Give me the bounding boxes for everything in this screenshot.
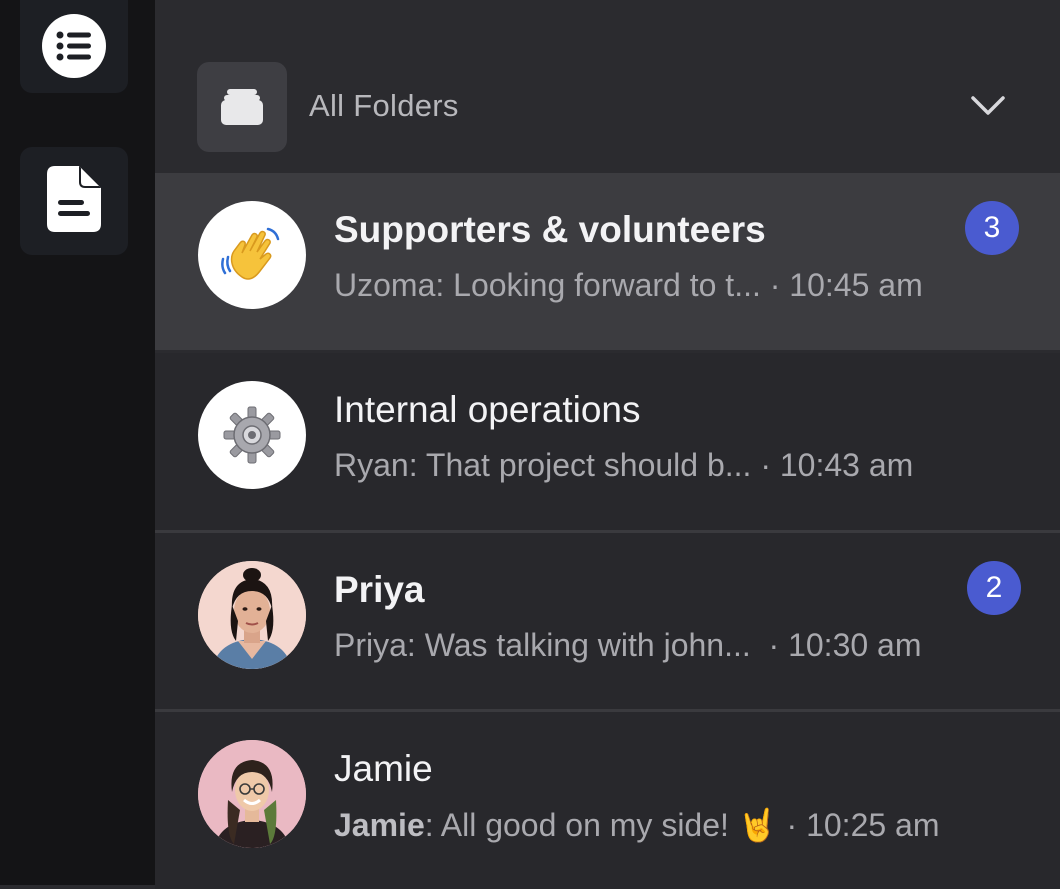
conversation-title: Internal operations [334,389,641,430]
conversation-item[interactable]: Priya Priya: Was talking with john... · … [155,533,1060,710]
chevron-down-icon[interactable] [967,88,1009,124]
conversation-panel: All Folders Supporters & volunteers Uzom… [155,0,1060,889]
priya-avatar [198,561,306,669]
list-icon [42,13,106,78]
preview-sender: Uzoma [334,267,436,303]
unread-badge: 2 [967,561,1021,615]
waving-hand-icon [198,201,306,309]
preview-message: Was talking with john... [424,627,751,663]
sidebar-rail [0,0,155,885]
conversation-preview: Ryan: That project should b... · 10:43 a… [334,447,914,483]
conversation-title: Supporters & volunteers [334,209,766,250]
conversation-preview: Uzoma: Looking forward to t... · 10:45 a… [334,267,923,303]
preview-message: Looking forward to t... [453,267,761,303]
conversation-item[interactable]: Internal operations Ryan: That project s… [155,353,1060,530]
conversation-preview: Jamie: All good on my side! 🤘 · 10:25 am [334,807,940,843]
conversation-item[interactable]: Supporters & volunteers Uzoma: Looking f… [155,173,1060,350]
message-time: 10:30 am [788,627,922,663]
conversation-preview: Priya: Was talking with john... · 10:30 … [334,627,922,663]
folder-label: All Folders [309,88,459,123]
gear-icon [198,381,306,489]
documents-button[interactable] [20,147,128,255]
conversation-item[interactable]: Jamie Jamie: All good on my side! 🤘 · 10… [155,712,1060,889]
conversation-title: Priya [334,569,425,610]
document-icon [47,165,101,237]
unread-badge: 3 [965,201,1019,255]
folder-stack-icon [197,62,287,152]
message-time: 10:25 am [806,807,940,843]
message-time: 10:45 am [789,267,923,303]
preview-sender: Priya [334,627,407,663]
preview-sender: Ryan [334,447,409,483]
list-view-button[interactable] [20,0,128,93]
conversation-title: Jamie [334,748,433,789]
message-time: 10:43 am [779,447,914,483]
preview-message: All good on my side! 🤘 [440,807,778,843]
jamie-avatar [198,740,306,848]
preview-message: That project should b... [425,447,752,483]
preview-sender: Jamie [334,807,425,843]
folder-selector[interactable]: All Folders [155,0,1060,173]
